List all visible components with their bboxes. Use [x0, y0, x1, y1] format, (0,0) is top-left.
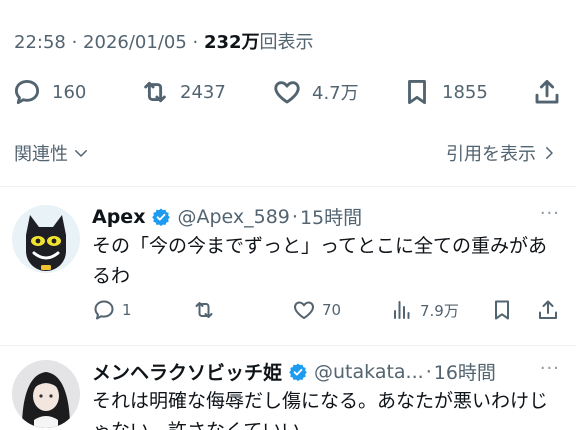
reply-header: メンヘラクソビッチ姫 @utakata... · 16時間: [92, 358, 496, 385]
share-button[interactable]: [532, 72, 572, 112]
chevron-down-icon: [75, 150, 87, 157]
view-quotes-link[interactable]: 引用を表示: [446, 140, 558, 166]
reply-count: 160: [52, 81, 87, 103]
like-button[interactable]: 70: [292, 295, 341, 325]
more-options-icon[interactable]: ···: [540, 203, 560, 224]
share-button[interactable]: [536, 295, 566, 325]
chevron-right-icon: [546, 147, 553, 159]
like-icon: [294, 301, 314, 319]
bookmark-button[interactable]: 1855: [402, 72, 488, 112]
like-button[interactable]: 4.7万: [272, 72, 359, 112]
reply-count: 1: [122, 301, 132, 319]
retweet-button[interactable]: 2437: [140, 72, 226, 112]
avatar[interactable]: [12, 360, 80, 428]
display-name[interactable]: メンヘラクソビッチ姫: [92, 358, 282, 385]
like-count: 70: [322, 301, 342, 319]
meta-separator: ·: [186, 32, 204, 53]
reply-icon: [14, 79, 40, 105]
verified-badge-icon: [289, 363, 307, 381]
bookmark-icon: [408, 79, 426, 105]
reply-item[interactable]: Apex @Apex_589 · 15時間 ··· その「今の今までずっと」って…: [0, 187, 576, 345]
reply-action-bar: 1 70 7.9万: [0, 295, 576, 325]
reply-text: その「今の今までずっと」ってとこに全ての重みがあるわ: [92, 235, 548, 287]
reply-header: Apex @Apex_589 · 15時間: [92, 203, 362, 230]
share-icon: [539, 300, 557, 319]
verified-badge-icon: [152, 208, 171, 226]
retweet-button[interactable]: [192, 295, 222, 325]
reply-sort-row: 関連性 引用を表示: [0, 134, 576, 170]
reply-time[interactable]: 15時間: [300, 203, 362, 230]
bookmark-icon: [495, 300, 509, 320]
tweet-views-count[interactable]: 232万: [204, 32, 260, 53]
sort-label: 関連性: [14, 144, 68, 165]
avatar[interactable]: [12, 205, 80, 273]
share-icon: [535, 79, 559, 104]
views-icon: [394, 301, 410, 319]
user-handle[interactable]: @Apex_589: [177, 206, 289, 228]
header-separator: ·: [425, 360, 432, 383]
tweet-date: 2026/01/05: [83, 32, 187, 53]
display-name[interactable]: Apex: [92, 206, 145, 228]
bookmark-count: 1855: [442, 81, 488, 103]
reply-time[interactable]: 16時間: [434, 358, 496, 385]
views-count: 7.9万: [420, 301, 459, 320]
user-handle[interactable]: @utakata...: [314, 361, 424, 383]
retweet-icon: [195, 302, 213, 318]
tweet-meta: 22:58 · 2026/01/05 · 232万回表示: [14, 28, 314, 54]
reply-button[interactable]: 160: [12, 72, 86, 112]
like-icon: [274, 81, 300, 104]
reply-item[interactable]: メンヘラクソビッチ姫 @utakata... · 16時間 ··· それは明確な…: [0, 346, 576, 430]
reply-icon: [94, 300, 114, 320]
bookmark-button[interactable]: [490, 295, 520, 325]
header-separator: ·: [291, 205, 298, 228]
retweet-count: 2437: [180, 81, 226, 103]
reply-text: それは明確な侮辱だし傷になる。あなたが悪いわけじゃない、許さなくていい。: [92, 390, 549, 430]
retweet-icon: [144, 81, 166, 103]
view-quotes-label: 引用を表示: [446, 144, 536, 165]
like-count: 4.7万: [312, 83, 359, 104]
tweet-time: 22:58: [14, 32, 66, 53]
views-button[interactable]: 7.9万: [390, 295, 459, 325]
tweet-views-suffix: 回表示: [259, 32, 314, 53]
tweet-action-bar: 160 2437 4.7万 1855: [0, 72, 576, 112]
sort-dropdown[interactable]: 関連性: [14, 140, 90, 166]
more-options-icon[interactable]: ···: [540, 358, 560, 379]
reply-button[interactable]: 1: [92, 295, 132, 325]
meta-separator: ·: [65, 32, 84, 53]
